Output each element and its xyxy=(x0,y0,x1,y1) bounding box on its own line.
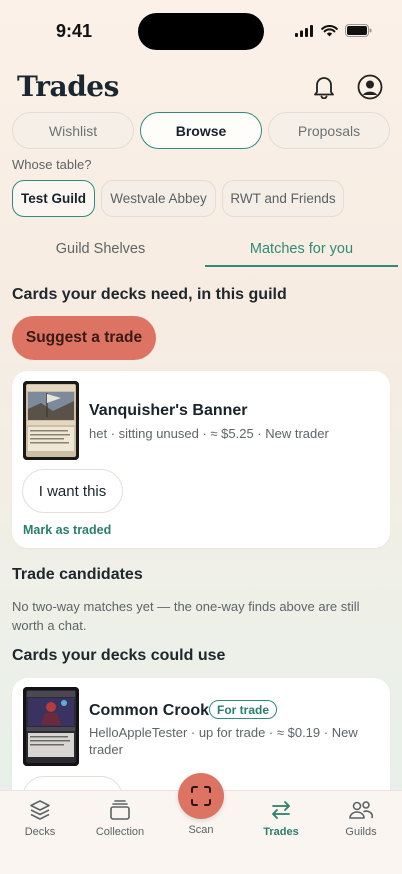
scan-icon xyxy=(191,786,211,806)
page-title: Trades xyxy=(17,70,119,103)
scan-button[interactable] xyxy=(178,773,224,819)
segment-proposals[interactable]: Proposals xyxy=(268,112,390,149)
tabbar-collection[interactable]: Collection xyxy=(85,799,155,838)
segment-browse[interactable]: Browse xyxy=(140,112,262,149)
card-meta: het · sitting unused · ≈ $5.25 · New tra… xyxy=(89,426,329,441)
for-trade-badge: For trade xyxy=(209,700,277,719)
segment-wishlist[interactable]: Wishlist xyxy=(12,112,134,149)
decks-icon xyxy=(30,800,50,820)
tabbar-guilds[interactable]: Guilds xyxy=(326,799,396,838)
view-segmented-control: Wishlist Browse Proposals xyxy=(12,112,390,149)
tabbar-label: Trades xyxy=(263,826,299,838)
tab-matches-for-you[interactable]: Matches for you xyxy=(205,232,398,266)
suggest-trade-button[interactable]: Suggest a trade xyxy=(12,316,156,360)
trade-candidates-heading: Trade candidates xyxy=(12,566,143,583)
card-art-common-crook xyxy=(23,687,79,766)
trade-candidates-text: No two-way matches yet — the one-way fin… xyxy=(12,599,360,633)
could-use-heading: Cards your decks could use xyxy=(12,647,226,664)
active-tab-indicator xyxy=(205,265,398,267)
status-time: 9:41 xyxy=(56,21,93,41)
profile-icon xyxy=(357,74,383,100)
battery-icon xyxy=(345,24,372,37)
wifi-icon xyxy=(321,24,338,36)
whose-table-label: Whose table? xyxy=(12,157,92,172)
needs-heading: Cards your decks need, in this guild xyxy=(12,286,287,303)
profile-button[interactable] xyxy=(356,73,384,101)
tabbar-label: Decks xyxy=(24,826,56,838)
mark-as-traded-link[interactable]: Mark as traded xyxy=(23,523,111,537)
signal-icon xyxy=(295,24,313,37)
chip-test-guild[interactable]: Test Guild xyxy=(12,180,95,217)
tabbar-decks[interactable]: Decks xyxy=(5,799,75,838)
collection-icon xyxy=(110,800,130,820)
status-bar: 9:41 xyxy=(0,0,402,62)
scan-label: Scan xyxy=(188,824,214,836)
trades-icon xyxy=(272,801,290,819)
chip-westvale-abbey[interactable]: Westvale Abbey xyxy=(101,180,216,217)
status-icons xyxy=(295,24,372,37)
notifications-button[interactable] xyxy=(310,73,338,101)
card-art-vanquishers-banner xyxy=(23,381,79,460)
tabbar-label: Collection xyxy=(95,826,145,838)
match-card: Vanquisher's Banner het · sitting unused… xyxy=(12,371,390,548)
tabbar-label: Guilds xyxy=(345,826,377,838)
card-name: Common Crook xyxy=(89,702,209,719)
guilds-icon xyxy=(349,801,374,819)
card-meta: HelloAppleTester · up for trade · ≈ $0.1… xyxy=(89,725,358,757)
card-name: Vanquisher's Banner xyxy=(89,402,248,419)
tabbar-trades[interactable]: Trades xyxy=(246,799,316,838)
i-want-this-button[interactable]: I want this xyxy=(22,469,123,513)
tab-guild-shelves[interactable]: Guild Shelves xyxy=(4,232,197,266)
dynamic-island xyxy=(138,13,264,50)
browse-tabs: Guild Shelves Matches for you xyxy=(0,232,402,268)
bell-icon xyxy=(314,77,334,99)
chip-rwt-and-friends[interactable]: RWT and Friends xyxy=(222,180,344,217)
